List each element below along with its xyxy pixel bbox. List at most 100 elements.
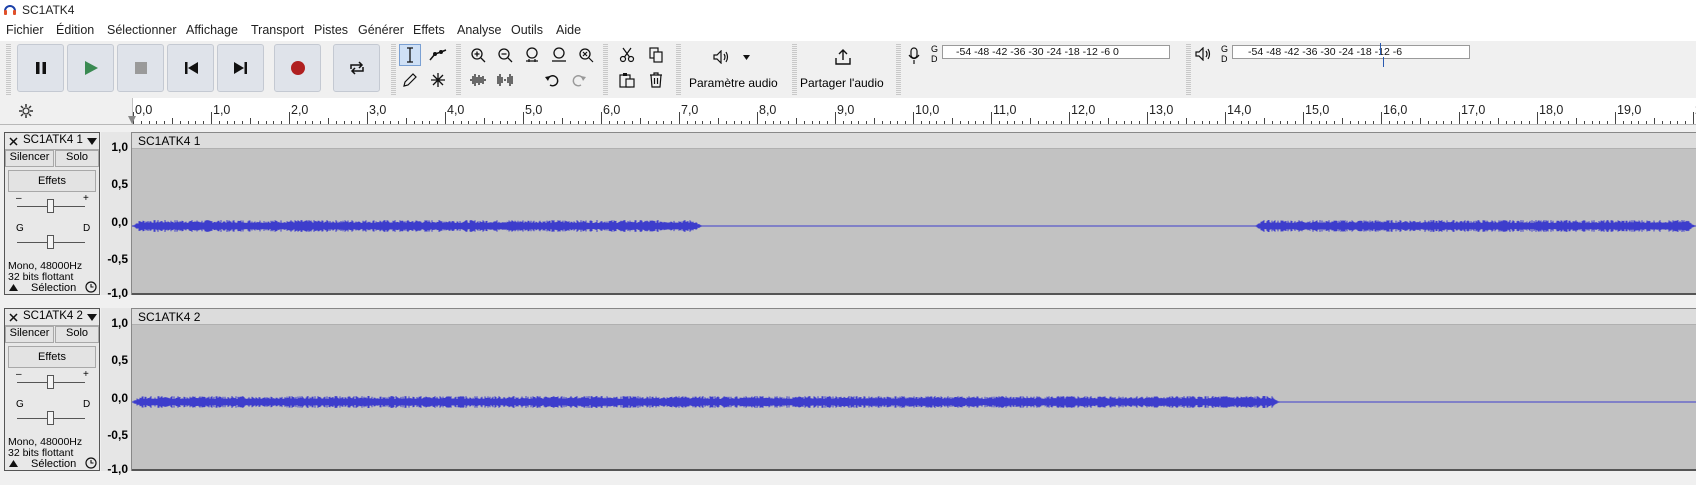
ruler-minor-tick bbox=[874, 118, 875, 124]
select-button[interactable]: Sélection bbox=[31, 282, 76, 294]
zoom-out-icon bbox=[498, 48, 513, 63]
ruler-minor-tick bbox=[1318, 121, 1320, 124]
ruler-minor-tick bbox=[546, 121, 548, 124]
silence-button[interactable] bbox=[494, 69, 516, 91]
chevron-down-icon[interactable] bbox=[87, 138, 97, 145]
undo-button[interactable] bbox=[541, 69, 563, 91]
menu-effets[interactable]: Effets bbox=[413, 23, 445, 37]
clip-title-bar[interactable]: SC1ATK4 2 bbox=[132, 309, 1696, 325]
ruler-minor-tick bbox=[1076, 121, 1078, 124]
ruler-minor-tick bbox=[1490, 121, 1492, 124]
effects-button[interactable]: Effets bbox=[8, 170, 96, 192]
clip-name[interactable]: SC1ATK4 2 bbox=[138, 310, 200, 324]
mute-button[interactable]: Silencer bbox=[5, 150, 54, 167]
copy-button[interactable] bbox=[645, 44, 667, 66]
ruler-minor-tick bbox=[421, 121, 423, 124]
zoom-out-button[interactable] bbox=[494, 44, 516, 66]
ruler-minor-tick bbox=[1139, 121, 1141, 124]
menu-aide[interactable]: Aide bbox=[556, 23, 581, 37]
draw-tool-button[interactable] bbox=[399, 69, 421, 91]
ruler-label: 8,0 bbox=[759, 103, 777, 117]
mute-button[interactable]: Silencer bbox=[5, 326, 54, 343]
gain-slider-thumb[interactable] bbox=[47, 199, 54, 213]
skip-to-end-button[interactable] bbox=[217, 44, 264, 92]
paste-button[interactable] bbox=[616, 69, 638, 91]
pause-button[interactable] bbox=[17, 44, 64, 92]
chevron-down-icon[interactable] bbox=[87, 314, 97, 321]
toolbar-grip[interactable] bbox=[1186, 43, 1191, 95]
toolbar-grip[interactable] bbox=[456, 43, 461, 95]
close-icon[interactable] bbox=[9, 137, 18, 146]
close-icon[interactable] bbox=[9, 313, 18, 322]
pan-slider-thumb[interactable] bbox=[47, 411, 54, 425]
effects-button[interactable]: Effets bbox=[8, 346, 96, 368]
toolbar-grip[interactable] bbox=[896, 43, 901, 95]
clock-icon[interactable] bbox=[85, 281, 97, 293]
chevron-down-icon bbox=[743, 55, 750, 60]
clip-title-bar[interactable]: SC1ATK4 1 bbox=[132, 133, 1696, 149]
ruler-minor-tick bbox=[1388, 121, 1390, 124]
ruler-minor-tick bbox=[671, 121, 673, 124]
toolbar-grip[interactable] bbox=[603, 43, 608, 95]
track-control-panel[interactable]: SC1ATK4 2 Silencer Solo Effets – + G D M… bbox=[4, 308, 100, 471]
multi-tool-button[interactable] bbox=[427, 69, 449, 91]
share-audio-button[interactable]: Partager l'audio bbox=[798, 43, 890, 95]
ruler-minor-tick bbox=[515, 121, 517, 124]
timeline-ruler[interactable]: 0,0 1,0 2,0 3,0 4,0 5,0 6,0 7,0 8,0 9,0 10,0 11,0 12… bbox=[0, 98, 1696, 125]
solo-button[interactable]: Solo bbox=[55, 150, 99, 167]
ruler-minor-tick bbox=[967, 121, 969, 124]
ruler-minor-tick bbox=[530, 121, 532, 124]
menu-affichage[interactable]: Affichage bbox=[186, 23, 238, 37]
toolbar-grip[interactable] bbox=[6, 43, 11, 95]
record-button[interactable] bbox=[274, 44, 321, 92]
collapse-arrow-icon[interactable] bbox=[9, 460, 18, 467]
track-control-panel[interactable]: SC1ATK4 1 Silencer Solo Effets – + G D M… bbox=[4, 132, 100, 295]
trim-button[interactable] bbox=[467, 69, 489, 91]
envelope-tool-button[interactable] bbox=[427, 44, 449, 66]
speaker-icon bbox=[713, 50, 729, 64]
track-name[interactable]: SC1ATK4 2 bbox=[23, 310, 83, 322]
redo-button[interactable] bbox=[568, 69, 590, 91]
ruler-minor-tick bbox=[296, 121, 298, 124]
waveform-area[interactable]: SC1ATK4 2 bbox=[132, 308, 1696, 471]
toolbar-grip[interactable] bbox=[792, 43, 797, 95]
select-button[interactable]: Sélection bbox=[31, 458, 76, 470]
pan-slider-thumb[interactable] bbox=[47, 235, 54, 249]
menu-pistes[interactable]: Pistes bbox=[314, 23, 348, 37]
ruler-minor-tick bbox=[1108, 118, 1109, 124]
gain-slider-thumb[interactable] bbox=[47, 375, 54, 389]
trim-audio-icon bbox=[470, 74, 486, 86]
menu-analyse[interactable]: Analyse bbox=[457, 23, 501, 37]
ruler-minor-tick bbox=[1037, 121, 1039, 124]
zoom-in-button[interactable] bbox=[467, 44, 489, 66]
fit-project-button[interactable] bbox=[548, 44, 570, 66]
ruler-minor-tick bbox=[819, 121, 821, 124]
toolbar-grip[interactable] bbox=[391, 43, 396, 95]
zoom-toggle-button[interactable] bbox=[575, 44, 597, 66]
menu-selectionner[interactable]: Sélectionner bbox=[107, 23, 177, 37]
ruler-minor-tick bbox=[827, 121, 829, 124]
clip-name[interactable]: SC1ATK4 1 bbox=[138, 134, 200, 148]
gear-icon[interactable] bbox=[18, 103, 34, 119]
loop-button[interactable] bbox=[333, 44, 380, 92]
menu-edition[interactable]: Édition bbox=[56, 23, 94, 37]
fit-selection-button[interactable] bbox=[521, 44, 543, 66]
solo-button[interactable]: Solo bbox=[55, 326, 99, 343]
menu-generer[interactable]: Générer bbox=[358, 23, 404, 37]
menu-transport[interactable]: Transport bbox=[251, 23, 304, 37]
skip-to-start-button[interactable] bbox=[167, 44, 214, 92]
clock-icon[interactable] bbox=[85, 457, 97, 469]
audio-setup-button[interactable]: Paramètre audio bbox=[684, 43, 785, 95]
stop-button[interactable] bbox=[117, 44, 164, 92]
menu-fichier[interactable]: Fichier bbox=[6, 23, 44, 37]
waveform-area[interactable]: SC1ATK4 1 bbox=[132, 132, 1696, 295]
selection-tool-button[interactable] bbox=[399, 44, 421, 66]
toolbar-grip[interactable] bbox=[676, 43, 681, 95]
collapse-arrow-icon[interactable] bbox=[9, 284, 18, 291]
track-name[interactable]: SC1ATK4 1 bbox=[23, 134, 83, 146]
ruler-minor-tick bbox=[1115, 121, 1117, 124]
delete-button[interactable] bbox=[645, 69, 667, 91]
play-button[interactable] bbox=[67, 44, 114, 92]
menu-outils[interactable]: Outils bbox=[511, 23, 543, 37]
cut-button[interactable] bbox=[616, 44, 638, 66]
